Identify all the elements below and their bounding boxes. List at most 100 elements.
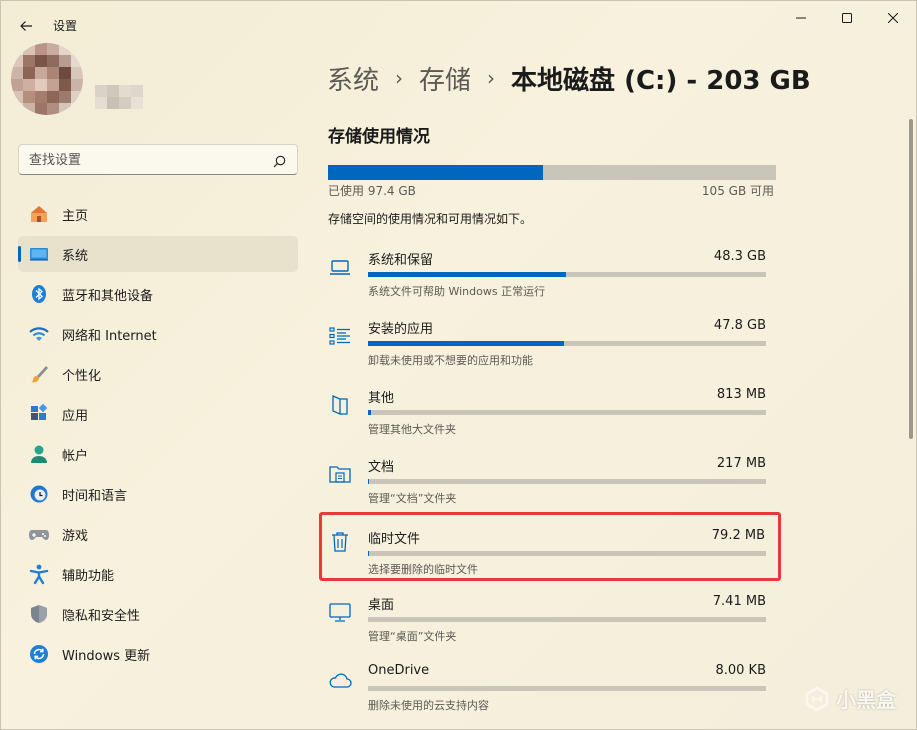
category-name: 临时文件 [368, 532, 421, 547]
accessibility-icon [28, 563, 50, 585]
sidebar-item-label: 蓝牙和其他设备 [62, 288, 154, 304]
page-title: 本地磁盘 (C:) - 203 GB [511, 65, 811, 96]
storage-category-other[interactable]: 其他 813 MB 管理其他大文件夹 [321, 380, 781, 449]
category-size: 813 MB [716, 387, 766, 402]
scrollbar[interactable] [909, 119, 913, 439]
category-usage-bar [368, 410, 766, 415]
category-name: 文档 [368, 460, 395, 475]
sidebar-item-bluetooth[interactable]: 蓝牙和其他设备 [18, 276, 298, 312]
maximize-button[interactable] [824, 1, 870, 35]
documents-folder-icon [327, 461, 353, 487]
category-usage-fill [368, 479, 370, 484]
storage-category-temp-files[interactable]: 临时文件 79.2 MB 选择要删除的临时文件 [319, 512, 781, 581]
storage-category-desktop[interactable]: 桌面 7.41 MB 管理“桌面”文件夹 [321, 587, 781, 656]
sidebar-item-label: 帐户 [62, 448, 89, 464]
storage-usage-bar [328, 165, 776, 180]
breadcrumb: 系统 › 存储 › 本地磁盘 (C:) - 203 GB [327, 59, 811, 97]
section-title: 存储使用情况 [328, 127, 430, 147]
storage-category-onedrive[interactable]: OneDrive 8.00 KB 删除未使用的云支持内容 [321, 656, 781, 725]
update-icon [28, 643, 50, 665]
category-name: 其他 [368, 391, 395, 406]
account-name-blurred [95, 85, 143, 109]
sidebar-item-label: 个性化 [62, 368, 102, 384]
sidebar-item-network[interactable]: 网络和 Internet [18, 316, 298, 352]
wifi-icon [28, 323, 50, 345]
sidebar-item-personalization[interactable]: 个性化 [18, 356, 298, 392]
sidebar-item-label: 辅助功能 [62, 568, 115, 584]
category-size: 48.3 GB [713, 249, 766, 264]
sidebar-item-accounts[interactable]: 帐户 [18, 436, 298, 472]
cloud-icon [327, 668, 353, 694]
folder-page-icon [327, 392, 353, 418]
sidebar-item-accessibility[interactable]: 辅助功能 [18, 556, 298, 592]
sidebar-item-label: 游戏 [62, 528, 89, 544]
back-button[interactable] [13, 13, 39, 39]
search-box[interactable] [18, 144, 298, 175]
monitor-icon [327, 599, 353, 625]
sidebar-item-privacy[interactable]: 隐私和安全性 [18, 596, 298, 632]
category-subtitle: 系统文件可帮助 Windows 正常运行 [368, 285, 546, 298]
sidebar-item-gaming[interactable]: 游戏 [18, 516, 298, 552]
app-title: 设置 [53, 19, 78, 33]
category-subtitle: 管理其他大文件夹 [368, 423, 456, 436]
storage-category-system[interactable]: 系统和保留 48.3 GB 系统文件可帮助 Windows 正常运行 [321, 242, 781, 311]
chevron-right-icon: › [487, 66, 496, 90]
category-name: 系统和保留 [368, 253, 434, 268]
storage-category-apps[interactable]: 安装的应用 47.8 GB 卸载未使用或不想要的应用和功能 [321, 311, 781, 380]
category-usage-bar [368, 617, 766, 622]
storage-usage-fill [328, 165, 544, 180]
category-size: 79.2 MB [711, 528, 765, 543]
system-icon [28, 243, 50, 265]
search-icon[interactable] [273, 153, 286, 172]
watermark-text: 小黑盒 [836, 688, 896, 712]
category-size: 7.41 MB [712, 594, 766, 609]
breadcrumb-item-system[interactable]: 系统 [327, 60, 379, 97]
close-icon [888, 13, 898, 23]
category-usage-fill [368, 410, 372, 415]
search-input[interactable] [29, 150, 259, 170]
clock-globe-icon [28, 483, 50, 505]
category-subtitle: 卸载未使用或不想要的应用和功能 [368, 354, 533, 367]
shield-icon [28, 603, 50, 625]
storage-category-documents[interactable]: 文档 217 MB 管理“文档”文件夹 [321, 449, 781, 518]
trash-icon [327, 529, 353, 555]
gamepad-icon [28, 523, 50, 545]
watermark-logo-icon [805, 686, 829, 711]
sidebar-item-label: Windows 更新 [62, 648, 151, 664]
category-name: OneDrive [368, 663, 430, 678]
category-usage-bar [368, 551, 766, 556]
sidebar-item-windows-update[interactable]: Windows 更新 [18, 636, 298, 672]
sidebar-item-system[interactable]: 系统 [18, 236, 298, 272]
title-bar: 设置 [1, 1, 916, 49]
category-subtitle: 管理“文档”文件夹 [368, 492, 457, 505]
category-size: 8.00 KB [715, 663, 766, 678]
used-space-label: 已使用 97.4 GB [328, 184, 416, 198]
breadcrumb-item-storage[interactable]: 存储 [419, 60, 471, 97]
watermark: 小黑盒 [804, 684, 896, 713]
category-usage-bar [368, 479, 766, 484]
sidebar-item-apps[interactable]: 应用 [18, 396, 298, 432]
chevron-right-icon: › [395, 66, 404, 90]
category-subtitle: 删除未使用的云支持内容 [368, 699, 489, 712]
category-name: 桌面 [368, 598, 395, 613]
sidebar-item-label: 主页 [62, 208, 89, 224]
sidebar-item-label: 时间和语言 [62, 488, 128, 504]
minimize-button[interactable] [778, 1, 824, 35]
storage-description: 存储空间的使用情况和可用情况如下。 [328, 212, 533, 226]
free-space-label: 105 GB 可用 [701, 184, 774, 198]
bluetooth-icon [28, 283, 50, 305]
category-usage-fill [368, 272, 566, 277]
sidebar-item-time-language[interactable]: 时间和语言 [18, 476, 298, 512]
avatar[interactable] [11, 43, 83, 115]
close-button[interactable] [870, 1, 916, 35]
home-icon [28, 203, 50, 225]
category-usage-bar [368, 686, 766, 691]
category-size: 217 MB [716, 456, 766, 471]
sidebar-item-label: 应用 [62, 408, 89, 424]
account-icon [28, 443, 50, 465]
category-subtitle: 管理“桌面”文件夹 [368, 630, 457, 643]
back-arrow-icon [20, 21, 32, 31]
apps-icon [28, 403, 50, 425]
sidebar-item-home[interactable]: 主页 [18, 196, 298, 232]
brush-icon [28, 363, 50, 385]
